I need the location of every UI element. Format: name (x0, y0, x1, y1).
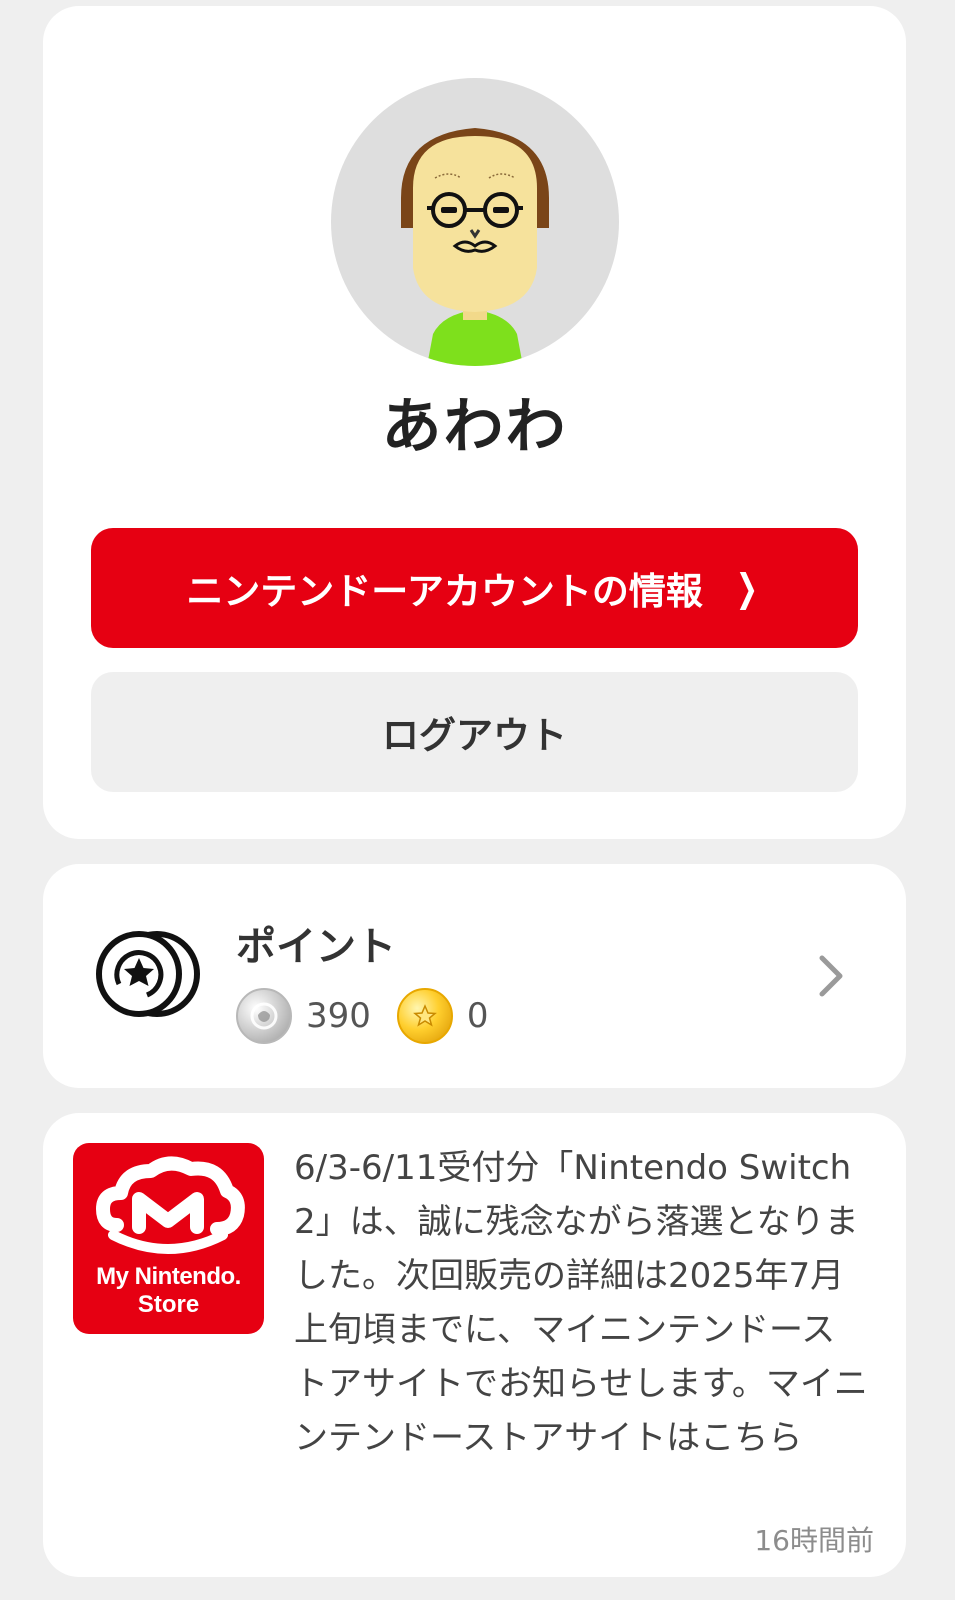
news-message: 6/3-6/11受付分「Nintendo Switch 2」は、誠に残念ながら落… (294, 1148, 868, 1458)
platinum-points-value: 390 (306, 996, 371, 1036)
gold-coin-icon (396, 988, 453, 1044)
profile-card: あわわ ニンテンドーアカウントの情報 ❯ ログアウト (43, 6, 906, 839)
my-nintendo-store-logo: My Nintendo. Store (73, 1143, 264, 1334)
logout-label: ログアウト (382, 714, 567, 757)
platinum-coin-icon (236, 988, 292, 1044)
points-card[interactable]: ポイント 390 0 (43, 864, 906, 1088)
mii-avatar (331, 78, 619, 366)
username: あわわ (381, 392, 568, 462)
coins-star-icon (95, 924, 205, 1024)
chevron-right-icon: ❯ (735, 566, 758, 610)
points-title: ポイント (236, 924, 396, 970)
gold-points-value: 0 (466, 996, 489, 1036)
points-balance-row: 390 0 (236, 988, 515, 1044)
news-card[interactable]: My Nintendo. Store 6/3-6/11受付分「Nintendo … (43, 1113, 906, 1577)
chevron-right-icon (814, 950, 848, 1002)
logout-button[interactable]: ログアウト (91, 672, 858, 792)
store-logo-line1: My Nintendo. (96, 1263, 241, 1290)
store-logo-line2: Store (137, 1291, 200, 1318)
nintendo-account-info-label: ニンテンドーアカウントの情報 (186, 570, 703, 613)
nintendo-account-info-button[interactable]: ニンテンドーアカウントの情報 ❯ (91, 528, 858, 648)
news-timestamp: 16時間前 (754, 1524, 874, 1557)
